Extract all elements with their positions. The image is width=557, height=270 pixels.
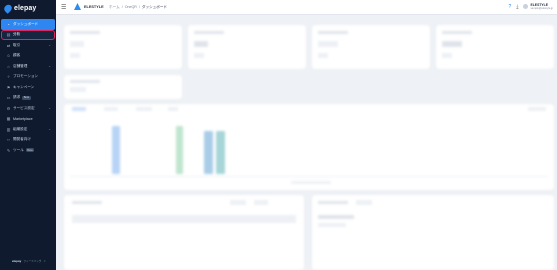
beta-badge: Beta	[22, 95, 31, 100]
sidebar-item-label: 組織設定	[13, 126, 28, 131]
sidebar-nav: ◔ ダッシュボード ▤ 分析 ⇄ 取引 ⌄ ☺ 顧客 ⌂ 店舗管理 ⌄ ✧ プロモーション ⚑ キャンペーン ▭…	[0, 19, 56, 156]
sidebar-item-label: サービス設定	[13, 105, 35, 110]
store-icon: ⌂	[7, 63, 10, 69]
sidebar-item-campaign[interactable]: ⚑ キャンペーン	[0, 82, 56, 93]
sidebar-item-label: ダッシュボード	[13, 21, 39, 26]
sidebar-footer[interactable]: elepay フィードバック ↗	[12, 259, 46, 263]
chevron-down-icon: ⌄	[48, 106, 51, 111]
avatar	[523, 4, 529, 9]
sidebar-item-promotion[interactable]: ✧ プロモーション	[0, 72, 56, 83]
dashboard-icon: ◔	[7, 21, 10, 27]
sidebar-item-customers[interactable]: ☺ 顧客	[0, 51, 56, 62]
billing-icon: ▭	[6, 95, 11, 101]
external-link-icon: ↗	[43, 259, 46, 263]
marketplace-icon: ▦	[6, 116, 11, 122]
sidebar-item-label: 請求	[13, 95, 21, 100]
sidebar-item-label: 店舗管理	[13, 63, 28, 68]
stat-card	[312, 25, 430, 69]
sidebar-item-store[interactable]: ⌂ 店舗管理 ⌄	[0, 61, 56, 72]
chevron-down-icon: ⌄	[48, 64, 51, 69]
sidebar-item-marketplace[interactable]: ▦ Marketplace	[0, 114, 56, 125]
promotion-icon: ✧	[6, 74, 11, 80]
campaign-icon: ⚑	[6, 84, 11, 90]
chevron-down-icon: ⌄	[48, 127, 51, 132]
user-menu[interactable]: ELESTYLE sample@elestyle.jp	[523, 3, 553, 10]
sidebar-item-developer[interactable]: ‹› 開発者向け	[0, 135, 56, 146]
sidebar-item-label: 分析	[13, 32, 21, 37]
sidebar-item-label: キャンペーン	[13, 84, 35, 89]
sidebar: elepay ◔ ダッシュボード ▤ 分析 ⇄ 取引 ⌄ ☺ 顧客 ⌂ 店舗管理 ⌄ ✧ プロモーション ⚑…	[0, 0, 56, 270]
dashboard-content	[56, 15, 557, 270]
download-icon[interactable]: ⤓	[516, 4, 518, 10]
sidebar-item-label: 取引	[13, 42, 21, 47]
breadcrumb-oneqr[interactable]: OneQR	[125, 5, 137, 10]
developer-icon: ‹›	[7, 137, 10, 143]
sidebar-item-label: 顧客	[13, 53, 21, 58]
sidebar-item-label: ツール	[13, 147, 24, 152]
organization-icon: ▥	[6, 126, 11, 132]
stat-card	[188, 25, 306, 69]
breadcrumb-current: ダッシュボード	[141, 5, 168, 9]
sidebar-item-analytics[interactable]: ▤ 分析	[1, 29, 55, 40]
breadcrumb-home[interactable]: ホーム	[109, 5, 120, 10]
footer-brand: elepay	[12, 259, 22, 263]
header-actions: ? ⤓ ELESTYLE sample@elestyle.jp	[508, 3, 553, 10]
analytics-icon: ▤	[6, 32, 11, 38]
help-icon[interactable]: ?	[508, 4, 511, 10]
sidebar-item-label: Marketplace	[13, 116, 33, 121]
breadcrumb-separator: /	[138, 5, 140, 9]
table-card	[312, 195, 554, 270]
sidebar-item-service-settings[interactable]: ⚙ サービス設定 ⌄	[0, 103, 56, 114]
brand-mark-icon	[74, 3, 81, 10]
chart-card	[64, 104, 554, 190]
chevron-down-icon: ⌄	[48, 43, 51, 48]
stat-card	[436, 25, 554, 69]
sidebar-item-organization[interactable]: ▥ 組織設定 ⌄	[0, 124, 56, 135]
service-settings-icon: ⚙	[6, 105, 11, 111]
brand-name: ELESTYLE	[84, 4, 104, 9]
logo-mark-icon	[2, 2, 14, 14]
elepay-logo[interactable]: elepay	[2, 2, 37, 14]
feedback-link[interactable]: フィードバック	[23, 259, 41, 263]
stat-card	[64, 25, 182, 69]
sidebar-item-tools[interactable]: ✎ ツール Beta	[0, 145, 56, 156]
beta-badge: Beta	[25, 148, 35, 153]
transactions-icon: ⇄	[6, 42, 11, 48]
user-email: sample@elestyle.jp	[530, 7, 553, 10]
stat-card	[64, 75, 182, 99]
sidebar-item-label: プロモーション	[13, 74, 39, 79]
account-brand[interactable]: ELESTYLE	[74, 3, 104, 10]
top-header: ☰ ELESTYLE ホーム / OneQR / ダッシュボード ? ⤓ ELE…	[56, 0, 557, 15]
breadcrumb-separator: /	[121, 5, 123, 9]
sidebar-item-label: 開発者向け	[13, 137, 31, 142]
breadcrumb: ホーム / OneQR / ダッシュボード	[109, 5, 167, 10]
sidebar-item-billing[interactable]: ▭ 請求 Beta	[0, 93, 56, 104]
sidebar-item-dashboard[interactable]: ◔ ダッシュボード	[1, 19, 55, 30]
table-card	[64, 195, 304, 270]
sidebar-item-transactions[interactable]: ⇄ 取引 ⌄	[0, 40, 56, 51]
customers-icon: ☺	[6, 53, 11, 59]
tools-icon: ✎	[6, 147, 11, 153]
menu-toggle-icon[interactable]: ☰	[61, 4, 66, 11]
logo-text: elepay	[14, 4, 37, 12]
